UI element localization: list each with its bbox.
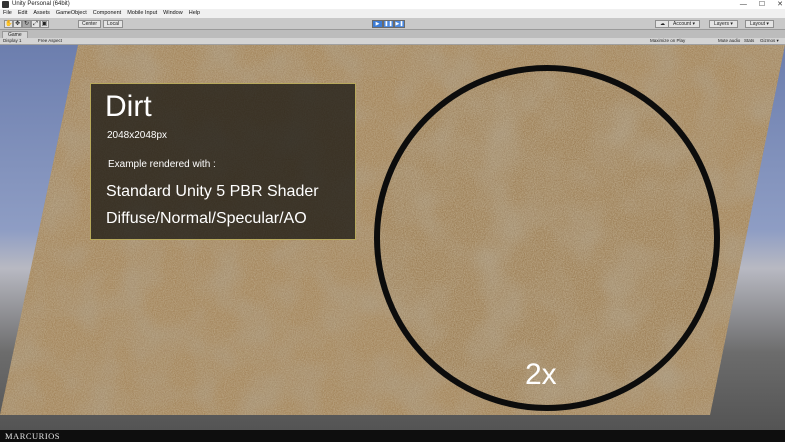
zoom-factor-label: 2x — [525, 358, 557, 391]
hand-tool-button[interactable]: ✋ — [4, 20, 13, 28]
step-button[interactable]: ▶❚ — [394, 20, 405, 28]
transform-tools: ✋ ✥ ↻ ⤢ ▣ — [4, 20, 49, 28]
account-dropdown[interactable]: Account ▾ — [668, 20, 700, 28]
play-button[interactable]: ▶ — [372, 20, 383, 28]
game-viewport[interactable]: Dirt 2048x2048px Example rendered with :… — [0, 45, 785, 430]
texture-maps: Diffuse/Normal/Specular/AO — [106, 210, 307, 227]
window-title-bar: Unity Personal (64bit) — ☐ ✕ — [0, 0, 785, 9]
tab-bar: Game — [0, 30, 785, 38]
shader-name: Standard Unity 5 PBR Shader — [106, 183, 319, 200]
window-title: Unity Personal (64bit) — [12, 1, 70, 7]
layout-dropdown[interactable]: Layout ▾ — [745, 20, 774, 28]
render-note: Example rendered with : — [108, 159, 216, 170]
hand-icon: ✋ — [5, 21, 13, 27]
pivot-center-toggle[interactable]: Center — [78, 20, 102, 28]
pivot-controls: Center Local — [78, 20, 125, 28]
texture-title: Dirt — [105, 90, 152, 123]
maximize-on-play-toggle[interactable]: Maximize on Play — [650, 38, 685, 44]
menu-mobile-input[interactable]: Mobile Input — [127, 9, 157, 18]
gizmos-dropdown[interactable]: Gizmos ▾ — [760, 38, 779, 44]
unity-logo-icon — [2, 1, 9, 8]
menu-help[interactable]: Help — [189, 9, 200, 18]
maximize-button[interactable]: ☐ — [759, 0, 765, 9]
menu-window[interactable]: Window — [163, 9, 183, 18]
tab-game[interactable]: Game — [2, 31, 28, 38]
move-tool-button[interactable]: ✥ — [13, 20, 22, 28]
pivot-local-toggle[interactable]: Local — [103, 20, 123, 28]
texture-info-panel: Dirt 2048x2048px Example rendered with :… — [90, 83, 356, 240]
footer-bar: MARCURIOS — [0, 430, 785, 442]
game-view-toolbar: Display 1 Free Aspect Maximize on Play M… — [0, 38, 785, 45]
display-dropdown[interactable]: Display 1 — [3, 38, 22, 44]
main-toolbar: ✋ ✥ ↻ ⤢ ▣ Center Local ▶ ❚❚ ▶❚ ☁ Account… — [0, 18, 785, 30]
close-button[interactable]: ✕ — [777, 0, 783, 9]
texture-resolution: 2048x2048px — [107, 130, 168, 141]
menu-bar: File Edit Assets GameObject Component Mo… — [0, 9, 785, 18]
rect-icon: ▣ — [41, 21, 48, 27]
scale-tool-button[interactable]: ⤢ — [31, 20, 40, 28]
mute-audio-toggle[interactable]: Mute audio — [718, 38, 740, 44]
menu-gameobject[interactable]: GameObject — [56, 9, 87, 18]
menu-file[interactable]: File — [3, 9, 12, 18]
scale-icon: ⤢ — [33, 21, 38, 27]
stats-toggle[interactable]: Stats — [744, 38, 754, 44]
menu-assets[interactable]: Assets — [33, 9, 50, 18]
rect-tool-button[interactable]: ▣ — [40, 20, 49, 28]
window-controls: — ☐ ✕ — [740, 0, 783, 9]
pause-button[interactable]: ❚❚ — [383, 20, 394, 28]
brand-label: MARCURIOS — [5, 431, 61, 441]
layers-dropdown[interactable]: Layers ▾ — [709, 20, 738, 28]
playback-controls: ▶ ❚❚ ▶❚ — [372, 20, 405, 28]
aspect-dropdown[interactable]: Free Aspect — [38, 38, 62, 44]
menu-component[interactable]: Component — [93, 9, 121, 18]
move-icon: ✥ — [14, 21, 21, 27]
rotate-icon: ↻ — [23, 21, 30, 27]
menu-edit[interactable]: Edit — [18, 9, 27, 18]
minimize-button[interactable]: — — [740, 0, 747, 9]
rotate-tool-button[interactable]: ↻ — [22, 20, 31, 28]
